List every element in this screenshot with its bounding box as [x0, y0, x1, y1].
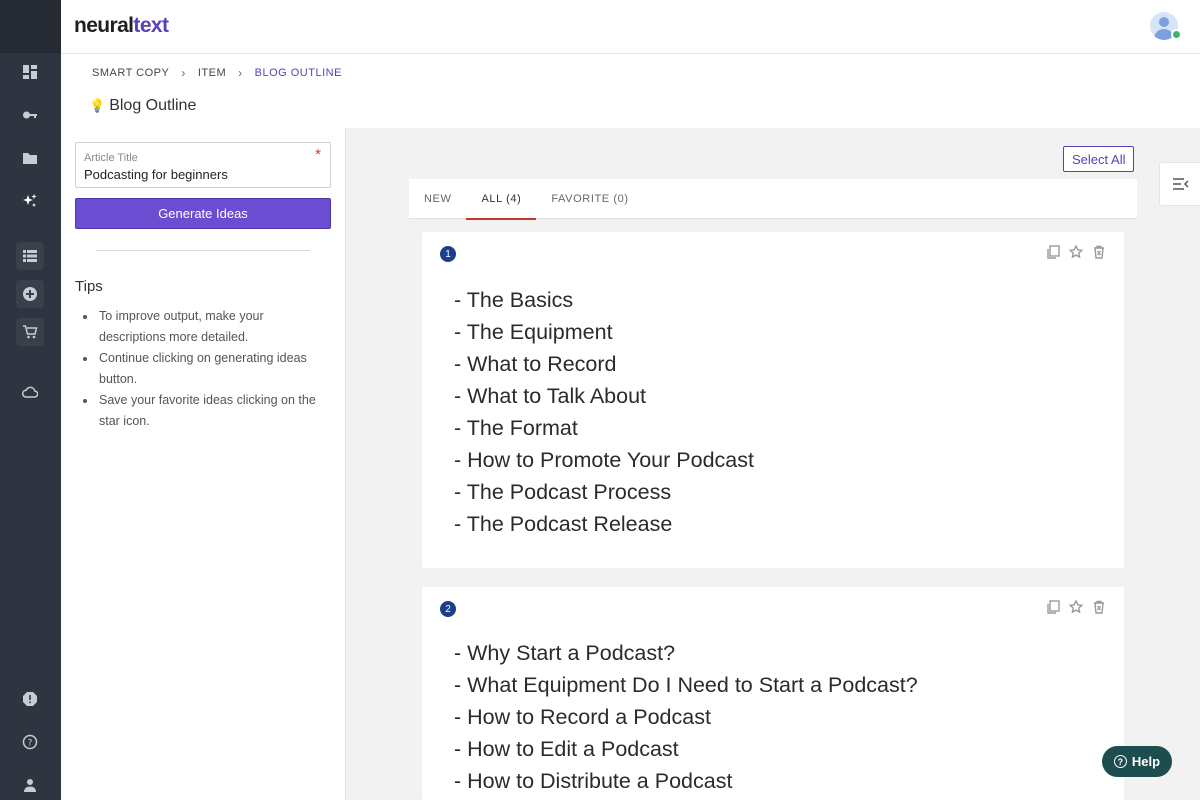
- divider: [96, 250, 310, 251]
- idea-lines: - The Basics - The Equipment - What to R…: [454, 284, 754, 540]
- breadcrumb-blog-outline: BLOG OUTLINE: [254, 67, 342, 79]
- idea-card[interactable]: 1 - The Basics - The Equipment - What to…: [422, 232, 1124, 568]
- page-title-text: Blog Outline: [109, 97, 197, 114]
- lightbulb-icon: 💡: [89, 98, 106, 113]
- idea-line: - The Podcast Release: [454, 512, 673, 536]
- user-icon[interactable]: [16, 771, 44, 799]
- idea-line: - What to Record: [454, 352, 617, 376]
- idea-line: - How to Promote Your Podcast: [454, 448, 754, 472]
- idea-lines: - Why Start a Podcast? - What Equipment …: [454, 637, 918, 797]
- copy-icon[interactable]: [1046, 600, 1060, 614]
- chevron-right-icon: ›: [181, 66, 186, 80]
- star-icon[interactable]: [1069, 600, 1083, 614]
- online-status-dot: [1171, 29, 1182, 40]
- card-number-badge: 1: [440, 246, 456, 262]
- collapse-panel-button[interactable]: [1159, 162, 1200, 206]
- avatar-head: [1159, 17, 1169, 27]
- page-title: 💡 Blog Outline: [89, 97, 196, 115]
- results-tabs: NEW ALL (4) FAVORITE (0): [409, 179, 1137, 220]
- tab-all[interactable]: ALL (4): [466, 179, 537, 220]
- copy-icon[interactable]: [1046, 245, 1060, 259]
- collapse-menu-icon: [1172, 178, 1189, 190]
- help-icon: ?: [1113, 755, 1127, 768]
- top-header: neuraltext: [61, 0, 1200, 54]
- idea-line: - How to Record a Podcast: [454, 705, 711, 729]
- idea-line: - The Podcast Process: [454, 480, 672, 504]
- svg-text:?: ?: [28, 739, 33, 749]
- star-icon[interactable]: [1069, 245, 1083, 259]
- cloud-icon[interactable]: [16, 378, 44, 406]
- help-label: Help: [1131, 754, 1161, 769]
- dashboard-icon[interactable]: [16, 58, 44, 86]
- delete-icon[interactable]: [1092, 245, 1106, 259]
- logo-text-accent: text: [133, 14, 169, 37]
- idea-line: - The Format: [454, 416, 578, 440]
- chevron-right-icon: ›: [238, 66, 243, 80]
- idea-line: - Why Start a Podcast?: [454, 641, 676, 665]
- breadcrumb: SMART COPY › ITEM › BLOG OUTLINE: [92, 66, 342, 80]
- results-panel: Select All NEW ALL (4) FAVORITE (0) 1 - …: [346, 128, 1200, 800]
- input-panel: Article Title * Generate Ideas Tips To i…: [61, 128, 346, 800]
- breadcrumb-smart-copy[interactable]: SMART COPY: [92, 67, 169, 79]
- folder-icon[interactable]: [16, 144, 44, 172]
- help-circle-icon[interactable]: ?: [16, 728, 44, 756]
- list-icon[interactable]: [16, 242, 44, 270]
- breadcrumb-item[interactable]: ITEM: [198, 67, 226, 79]
- sidebar-top-spacer: [0, 0, 61, 53]
- generate-ideas-button[interactable]: Generate Ideas: [75, 198, 331, 229]
- article-title-field[interactable]: Article Title *: [75, 142, 331, 188]
- app-logo[interactable]: neuraltext: [74, 14, 169, 38]
- sparkles-icon[interactable]: [16, 187, 44, 215]
- tip-item: Save your favorite ideas clicking on the…: [97, 390, 329, 432]
- card-actions: [1046, 245, 1106, 259]
- tips-list: To improve output, make your description…: [97, 306, 329, 432]
- article-title-label: Article Title: [84, 152, 138, 164]
- required-marker: *: [315, 146, 321, 163]
- article-title-input[interactable]: [84, 167, 314, 182]
- tab-new[interactable]: NEW: [409, 179, 466, 219]
- idea-card[interactable]: 2 - Why Start a Podcast? - What Equipmen…: [422, 587, 1124, 800]
- tip-item: Continue clicking on generating ideas bu…: [97, 348, 329, 390]
- icon-sidebar: ?: [0, 0, 61, 800]
- key-icon[interactable]: [16, 101, 44, 129]
- card-number-badge: 2: [440, 601, 456, 617]
- add-circle-icon[interactable]: [16, 280, 44, 308]
- logo-text-main: neural: [74, 14, 134, 37]
- idea-line: - The Basics: [454, 288, 574, 312]
- tips-title: Tips: [75, 278, 103, 295]
- idea-line: - How to Distribute a Podcast: [454, 769, 733, 793]
- idea-line: - What to Talk About: [454, 384, 647, 408]
- delete-icon[interactable]: [1092, 600, 1106, 614]
- idea-line: - How to Edit a Podcast: [454, 737, 679, 761]
- tab-favorite[interactable]: FAVORITE (0): [536, 179, 643, 219]
- idea-line: - The Equipment: [454, 320, 613, 344]
- select-all-button[interactable]: Select All: [1063, 146, 1135, 172]
- help-button[interactable]: ? Help: [1102, 746, 1172, 777]
- tip-item: To improve output, make your description…: [97, 306, 329, 348]
- idea-line: - What Equipment Do I Need to Start a Po…: [454, 673, 918, 697]
- cart-icon[interactable]: [16, 318, 44, 346]
- alert-icon[interactable]: [16, 685, 44, 713]
- card-actions: [1046, 600, 1106, 614]
